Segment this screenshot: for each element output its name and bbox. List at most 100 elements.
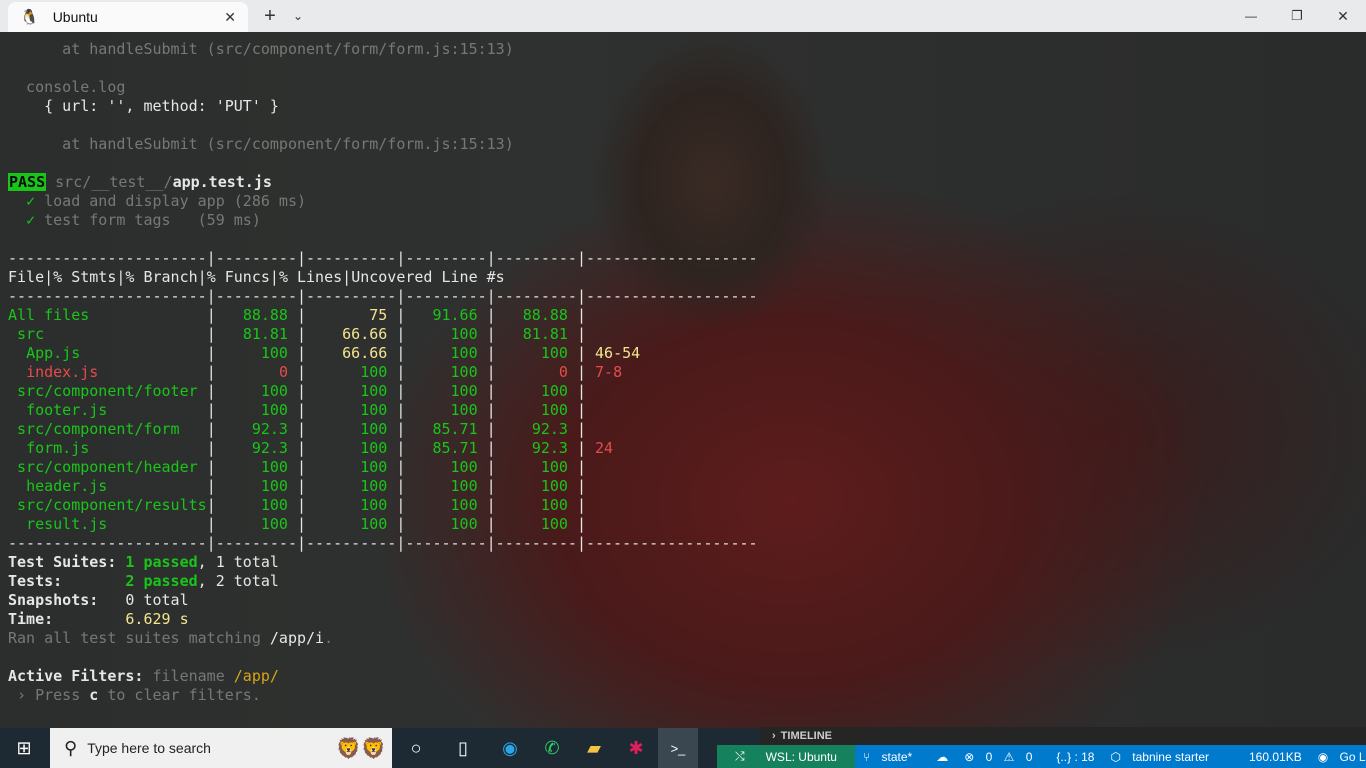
cell-uncovered: 24 xyxy=(595,439,614,457)
cell-branch: 100 xyxy=(360,458,388,476)
column-divider: | xyxy=(206,458,216,476)
terminal[interactable]: at handleSubmit (src/component/form/form… xyxy=(0,32,1366,728)
pad xyxy=(198,382,207,400)
cortana-icon[interactable]: ○ xyxy=(396,728,436,768)
problems-button[interactable]: ⊗ 0 ⚠ 0 xyxy=(956,750,1048,764)
pad xyxy=(288,363,297,381)
tab-close-icon[interactable]: ✕ xyxy=(224,9,236,26)
new-tab-button[interactable]: + xyxy=(256,0,284,32)
summary-snapshots: Snapshots: 0 total xyxy=(8,591,758,610)
stack-trace-line: at handleSubmit (src/component/form/form… xyxy=(8,40,514,58)
pad xyxy=(107,515,206,533)
label: Snapshots: xyxy=(8,591,126,609)
cell-branch: 100 xyxy=(360,382,388,400)
maximize-button[interactable]: ❐ xyxy=(1274,0,1320,32)
cell-funcs: 100 xyxy=(450,496,478,514)
slack-icon[interactable]: ✱ xyxy=(616,728,656,768)
close-button[interactable]: ✕ xyxy=(1320,0,1366,32)
column-divider: | xyxy=(206,439,216,457)
pad xyxy=(478,439,487,457)
branch-button[interactable]: ⑂ state* xyxy=(855,750,928,764)
cell-lines: 92.3 xyxy=(531,439,568,457)
linux-penguin-icon: 🐧 xyxy=(20,9,39,26)
remote-wsl-button[interactable]: ⤭ WSL: Ubuntu xyxy=(717,745,855,768)
pad xyxy=(387,439,396,457)
table-row: src/component/form | 92.3 | 100 | 85.71 … xyxy=(8,420,758,439)
tab-ubuntu[interactable]: 🐧 Ubuntu ✕ xyxy=(8,2,248,32)
timeline-panel[interactable]: › TIMELINE xyxy=(760,727,1366,745)
pad xyxy=(405,325,450,343)
errors-count: 0 xyxy=(985,749,993,764)
task-view-icon[interactable]: ▯ xyxy=(443,728,483,768)
cell-funcs: 100 xyxy=(450,515,478,533)
value: 2 passed xyxy=(125,572,198,590)
cell-lines: 81.81 xyxy=(522,325,568,343)
json-symbols[interactable]: {..} : 18 xyxy=(1048,750,1102,764)
cell-funcs: 91.66 xyxy=(432,306,478,324)
column-divider: | xyxy=(297,477,307,495)
pad xyxy=(405,363,450,381)
column-divider: | xyxy=(269,268,279,286)
pad xyxy=(216,363,279,381)
sync-cloud-icon[interactable]: ☁ xyxy=(928,750,956,764)
tab-dropdown-button[interactable]: ⌄ xyxy=(286,0,310,32)
column-divider: | xyxy=(197,268,207,286)
pad xyxy=(478,496,487,514)
column-divider: | xyxy=(486,306,496,324)
value: 1 passed xyxy=(125,553,198,571)
pad xyxy=(405,382,450,400)
pad xyxy=(478,477,487,495)
pad xyxy=(586,401,595,419)
terminal-icon[interactable]: >_ xyxy=(658,728,698,768)
vscode-status-bar: ⤭ WSL: Ubuntu ⑂ state* ☁ ⊗ 0 ⚠ 0 {..} : 1… xyxy=(717,745,1366,768)
pad xyxy=(89,306,206,324)
stack-trace-line: at handleSubmit (src/component/form/form… xyxy=(8,135,514,153)
pad xyxy=(496,382,541,400)
pad xyxy=(306,458,360,476)
pad xyxy=(478,420,487,438)
edge-icon[interactable]: ◉ xyxy=(490,728,530,768)
pad xyxy=(496,439,532,457)
pad xyxy=(306,382,360,400)
test-case: ✓ load and display app (286 ms) xyxy=(8,192,758,211)
cell-branch: 100 xyxy=(360,363,388,381)
pad xyxy=(586,458,595,476)
pad xyxy=(387,477,396,495)
tabnine-button[interactable]: ⬡ tabnine starter xyxy=(1102,750,1225,764)
value: /app/i xyxy=(269,629,325,647)
warnings-count: 0 xyxy=(1025,749,1033,764)
cell-stmts: 88.88 xyxy=(242,306,288,324)
file-name: header.js xyxy=(26,477,108,495)
chevron-right-icon: › xyxy=(772,730,776,742)
table-row: form.js | 92.3 | 100 | 85.71 | 92.3 | 24 xyxy=(8,439,758,458)
go-live-button[interactable]: ◉ Go Live xyxy=(1310,750,1366,764)
file-name: All files xyxy=(8,306,90,324)
minimize-button[interactable]: — xyxy=(1228,0,1274,32)
column-divider: | xyxy=(297,306,307,324)
table-row: src/component/header | 100 | 100 | 100 |… xyxy=(8,458,758,477)
test-case: ✓ test form tags (59 ms) xyxy=(8,211,758,230)
cell-lines: 100 xyxy=(540,401,568,419)
file-explorer-icon[interactable]: ▰ xyxy=(574,728,614,768)
cell-stmts: 100 xyxy=(260,496,288,514)
table-row: App.js | 100 | 66.66 | 100 | 100 | 46-54 xyxy=(8,344,758,363)
table-row: result.js | 100 | 100 | 100 | 100 | xyxy=(8,515,758,534)
pad xyxy=(288,382,297,400)
pad xyxy=(405,477,450,495)
column-divider: | xyxy=(297,420,307,438)
label: › Press xyxy=(8,686,90,704)
table-row: src/component/results| 100 | 100 | 100 |… xyxy=(8,496,758,515)
column-divider: | xyxy=(206,306,216,324)
label: Test Suites: xyxy=(8,553,126,571)
column-divider: | xyxy=(576,325,586,343)
whatsapp-icon[interactable]: ✆ xyxy=(532,728,572,768)
cell-lines: 100 xyxy=(540,515,568,533)
cell-stmts: 100 xyxy=(260,458,288,476)
pad xyxy=(216,325,243,343)
pad xyxy=(405,458,450,476)
cell-uncovered: 7-8 xyxy=(595,363,623,381)
pad xyxy=(586,306,595,324)
search-box[interactable]: ⚲ Type here to search 🦁🦁 xyxy=(50,728,392,768)
pad xyxy=(216,439,252,457)
windows-start-icon[interactable]: ⊞ xyxy=(4,728,44,768)
